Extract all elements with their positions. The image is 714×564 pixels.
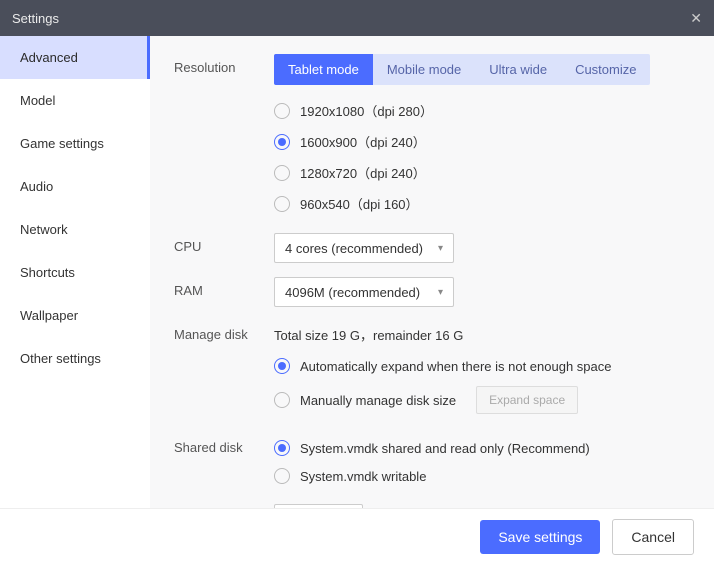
mode-customize[interactable]: Customize xyxy=(561,54,650,85)
cpu-select[interactable]: 4 cores (recommended) ▾ xyxy=(274,233,454,263)
sidebar-item-shortcuts[interactable]: Shortcuts xyxy=(0,251,150,294)
select-value: 4096M (recommended) xyxy=(285,285,420,300)
resolution-option-1600[interactable]: 1600x900（dpi 240） xyxy=(274,126,690,157)
radio-icon xyxy=(274,358,290,374)
sidebar-item-label: Other settings xyxy=(20,351,101,366)
radio-label: 1280x720（dpi 240） xyxy=(300,163,426,182)
sidebar-item-other-settings[interactable]: Other settings xyxy=(0,337,150,380)
radio-label: 1920x1080（dpi 280） xyxy=(300,101,433,120)
radio-icon xyxy=(274,165,290,181)
close-icon[interactable]: ✕ xyxy=(690,10,702,27)
select-value: 4 cores (recommended) xyxy=(285,241,423,256)
titlebar: Settings ✕ xyxy=(0,0,714,36)
disk-option-auto[interactable]: Automatically expand when there is not e… xyxy=(274,352,690,380)
resolution-option-1920[interactable]: 1920x1080（dpi 280） xyxy=(274,95,690,126)
mode-ultra-wide[interactable]: Ultra wide xyxy=(475,54,561,85)
chevron-down-icon: ▾ xyxy=(438,243,443,254)
radio-icon xyxy=(274,468,290,484)
radio-icon xyxy=(274,440,290,456)
radio-label: Manually manage disk size xyxy=(300,393,456,408)
label-manage-disk: Manage disk xyxy=(174,321,274,342)
disk-option-manual[interactable]: Manually manage disk size Expand space xyxy=(274,380,690,420)
save-settings-button[interactable]: Save settings xyxy=(480,520,600,554)
mode-tablet[interactable]: Tablet mode xyxy=(274,54,373,85)
radio-label: 1600x900（dpi 240） xyxy=(300,132,426,151)
sidebar-item-label: Shortcuts xyxy=(20,265,75,280)
mode-mobile[interactable]: Mobile mode xyxy=(373,54,475,85)
resolution-option-960[interactable]: 960x540（dpi 160） xyxy=(274,188,690,219)
sidebar-item-model[interactable]: Model xyxy=(0,79,150,122)
mode-label: Ultra wide xyxy=(489,62,547,77)
sidebar: Advanced Model Game settings Audio Netwo… xyxy=(0,36,150,508)
resolution-option-1280[interactable]: 1280x720（dpi 240） xyxy=(274,157,690,188)
shared-option-readonly[interactable]: System.vmdk shared and read only (Recomm… xyxy=(274,434,690,462)
window-title: Settings xyxy=(12,11,59,26)
mode-label: Mobile mode xyxy=(387,62,461,77)
row-resolution: Resolution Tablet mode Mobile mode Ultra… xyxy=(174,54,690,219)
row-cpu: CPU 4 cores (recommended) ▾ xyxy=(174,233,690,263)
label-resolution: Resolution xyxy=(174,54,274,75)
label-ram: RAM xyxy=(174,277,274,298)
row-ram: RAM 4096M (recommended) ▾ xyxy=(174,277,690,307)
cancel-button[interactable]: Cancel xyxy=(612,519,694,555)
label-shared-disk: Shared disk xyxy=(174,434,274,455)
shared-option-writable[interactable]: System.vmdk writable xyxy=(274,462,690,490)
sidebar-item-advanced[interactable]: Advanced xyxy=(0,36,150,79)
ram-select[interactable]: 4096M (recommended) ▾ xyxy=(274,277,454,307)
radio-icon xyxy=(274,103,290,119)
chevron-down-icon: ▾ xyxy=(438,287,443,298)
sidebar-item-label: Audio xyxy=(20,179,53,194)
mode-label: Customize xyxy=(575,62,636,77)
radio-icon xyxy=(274,392,290,408)
mode-label: Tablet mode xyxy=(288,62,359,77)
radio-icon xyxy=(274,134,290,150)
sidebar-item-game-settings[interactable]: Game settings xyxy=(0,122,150,165)
footer: Save settings Cancel xyxy=(0,508,714,564)
main-area: Advanced Model Game settings Audio Netwo… xyxy=(0,36,714,508)
radio-icon xyxy=(274,196,290,212)
radio-label: 960x540（dpi 160） xyxy=(300,194,419,213)
sidebar-item-network[interactable]: Network xyxy=(0,208,150,251)
sidebar-item-label: Model xyxy=(20,93,55,108)
sidebar-item-label: Network xyxy=(20,222,68,237)
sidebar-item-label: Wallpaper xyxy=(20,308,78,323)
resolution-mode-tabs: Tablet mode Mobile mode Ultra wide Custo… xyxy=(274,54,650,85)
sidebar-item-label: Game settings xyxy=(20,136,104,151)
sidebar-item-label: Advanced xyxy=(20,50,78,65)
row-shared-disk: Shared disk System.vmdk shared and read … xyxy=(174,434,690,490)
radio-label: System.vmdk shared and read only (Recomm… xyxy=(300,441,590,456)
expand-space-button[interactable]: Expand space xyxy=(476,386,578,414)
content-panel: Resolution Tablet mode Mobile mode Ultra… xyxy=(150,36,714,508)
row-manage-disk: Manage disk Total size 19 G，remainder 16… xyxy=(174,321,690,420)
sidebar-item-audio[interactable]: Audio xyxy=(0,165,150,208)
radio-label: Automatically expand when there is not e… xyxy=(300,359,611,374)
label-cpu: CPU xyxy=(174,233,274,254)
sidebar-item-wallpaper[interactable]: Wallpaper xyxy=(0,294,150,337)
disk-info-text: Total size 19 G，remainder 16 G xyxy=(274,321,690,352)
radio-label: System.vmdk writable xyxy=(300,469,426,484)
